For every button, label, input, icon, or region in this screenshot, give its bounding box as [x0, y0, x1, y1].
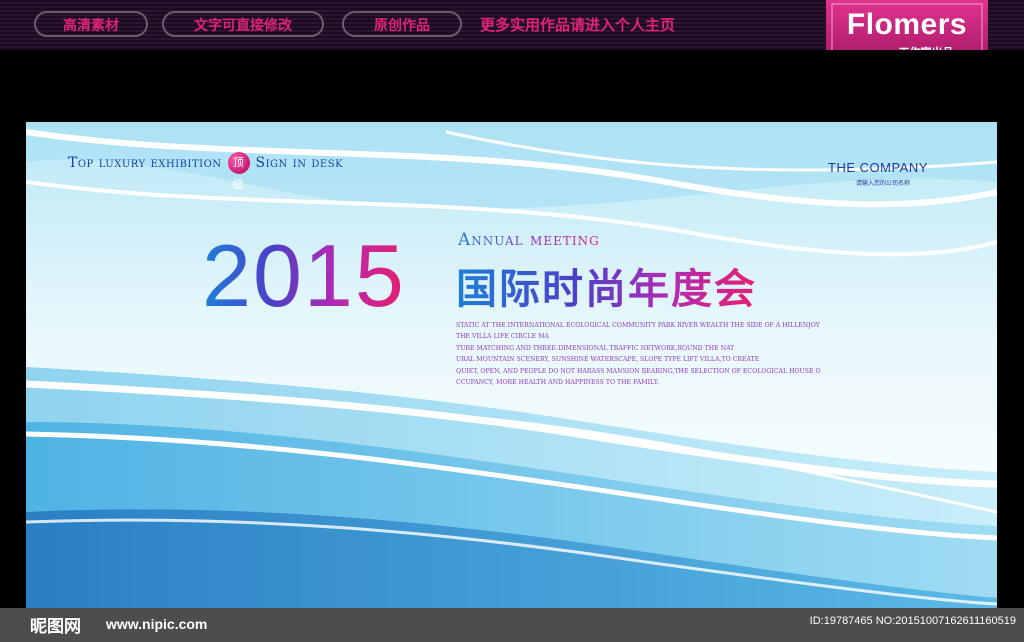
site-name: 昵图网: [30, 617, 81, 637]
body-line: ural mountain scenery, sunshine watersca…: [456, 356, 760, 364]
tagline-left: Top luxury exhibition: [68, 155, 222, 171]
year-heading: 2015: [202, 226, 406, 325]
badge-title: Flomers: [846, 8, 968, 41]
annual-meeting-label: Annual meeting: [458, 230, 600, 250]
body-line: quiet, open, and people do not harass ma…: [456, 367, 821, 375]
editable-text-tag: 文字可直接修改: [162, 11, 324, 37]
body-line: ture matching and three-dimensional traf…: [456, 344, 735, 352]
tagline: Top luxury exhibition 顶级 Sign in desk: [68, 152, 344, 191]
body-line: ccupancy, more health and happiness to t…: [456, 379, 659, 387]
hd-material-tag: 高清素材: [34, 11, 148, 37]
chinese-title: 国际时尚年度会: [456, 255, 757, 315]
body-line: static at the international ecological c…: [456, 322, 820, 329]
dark-band: [0, 50, 1024, 122]
original-work-tag: 原创作品: [342, 11, 462, 37]
body-line: the villa life circle ma: [456, 333, 549, 341]
poster: Top luxury exhibition 顶级 Sign in desk TH…: [26, 122, 997, 608]
top-grade-badge: 顶级: [227, 152, 250, 191]
site-url[interactable]: www.nipic.com: [106, 616, 207, 632]
company-subtitle: 请输入您的公司名称: [856, 180, 911, 187]
promo-link[interactable]: 更多实用作品请进入个人主页: [480, 12, 675, 38]
image-id: ID:19787465 NO:20151007162611160519: [809, 615, 1016, 627]
body-paragraph: static at the international ecological c…: [456, 320, 836, 388]
tagline-right: Sign in desk: [255, 155, 344, 171]
company-name: THE COMPANY: [828, 160, 928, 175]
